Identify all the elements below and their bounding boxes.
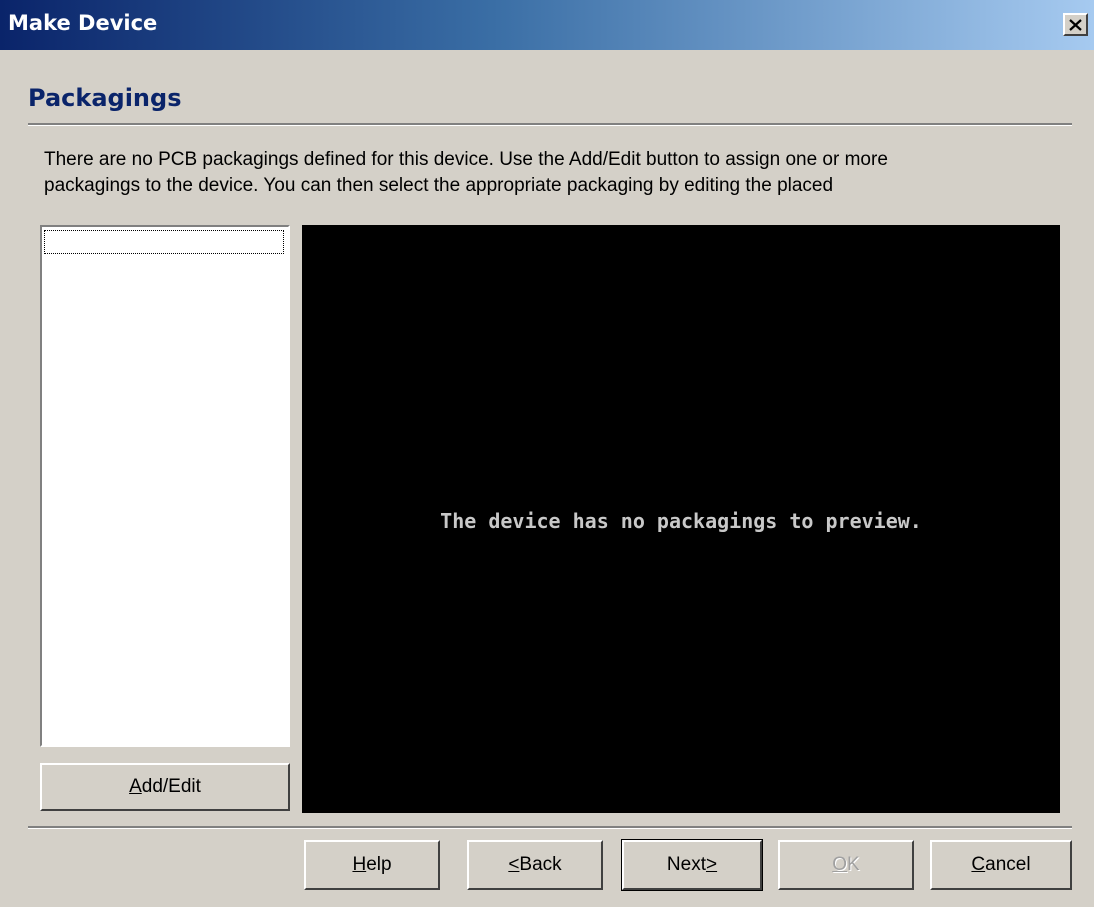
close-icon <box>1069 18 1082 31</box>
window-title: Make Device <box>8 11 158 35</box>
packaging-list[interactable] <box>40 225 290 747</box>
title-bar[interactable]: Make Device <box>0 0 1094 50</box>
next-label: Next <box>666 854 706 875</box>
cancel-mnemonic: C <box>971 854 986 875</box>
next-button[interactable]: Next > <box>621 839 763 891</box>
make-device-dialog: Make Device Packagings There are no PCB … <box>0 0 1094 907</box>
help-mnemonic: H <box>352 854 367 875</box>
cancel-button[interactable]: Cancel <box>930 840 1072 890</box>
add-edit-button[interactable]: Add/Edit <box>40 763 290 811</box>
back-button[interactable]: < Back <box>467 840 603 890</box>
page-description: There are no PCB packagings defined for … <box>44 147 1064 199</box>
ok-label: K <box>847 854 860 875</box>
back-mnemonic: < <box>508 854 520 875</box>
footer-divider <box>28 826 1072 829</box>
preview-message: The device has no packagings to preview. <box>440 509 922 533</box>
description-line-1: There are no PCB packagings defined for … <box>44 149 888 170</box>
help-label: elp <box>366 854 392 875</box>
cancel-label: ancel <box>985 854 1031 875</box>
packaging-preview: The device has no packagings to preview. <box>302 225 1060 813</box>
header-divider <box>28 123 1072 126</box>
ok-button[interactable]: OK <box>778 840 914 890</box>
close-button[interactable] <box>1063 13 1088 36</box>
description-line-2: packagings to the device. You can then s… <box>44 175 834 196</box>
add-edit-label: dd/Edit <box>141 776 201 797</box>
next-mnemonic: > <box>705 854 718 875</box>
help-button[interactable]: Help <box>304 840 440 890</box>
list-focus-rect <box>44 230 284 254</box>
ok-mnemonic: O <box>832 854 848 875</box>
add-edit-mnemonic: A <box>129 776 142 797</box>
page-title: Packagings <box>28 84 182 112</box>
back-label: Back <box>519 854 562 875</box>
